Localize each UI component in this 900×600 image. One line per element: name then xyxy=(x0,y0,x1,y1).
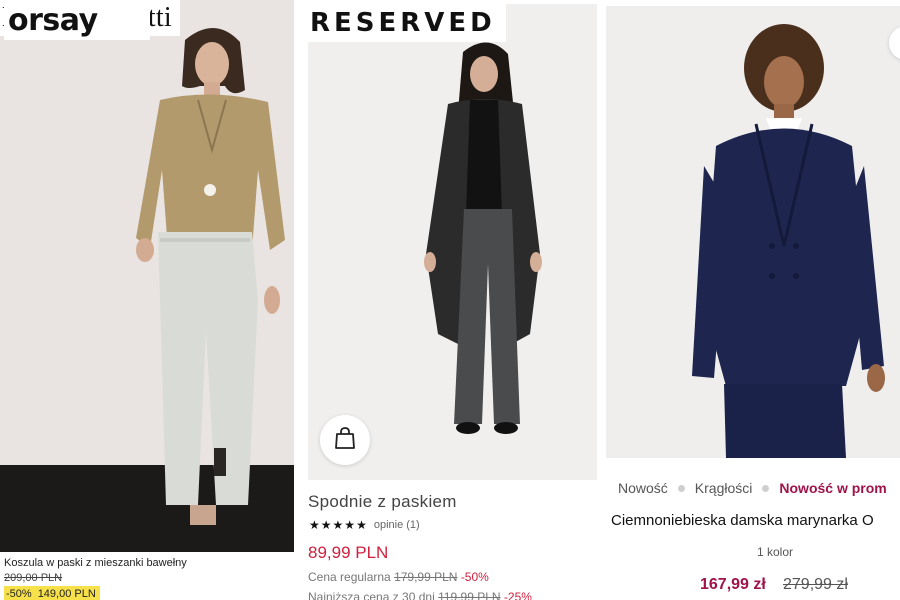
separator-dot xyxy=(762,484,770,492)
color-count[interactable]: 1 kolor xyxy=(757,545,793,559)
product-tags: Nowość Krągłości Nowość w prom xyxy=(618,480,887,496)
sale-price: 167,99 zł xyxy=(700,576,766,593)
product-image-trousers[interactable] xyxy=(308,4,597,480)
original-price: 209,00 PLN xyxy=(4,572,63,584)
regular-price: 179,99 PLN xyxy=(394,570,458,584)
regular-price-label: Cena regularna xyxy=(308,570,391,584)
separator-dot xyxy=(677,484,685,492)
rating-stars[interactable]: ★ ★ ★ ★ ★ opinie (1) xyxy=(309,518,420,532)
star-icon: ★ xyxy=(309,518,320,532)
shopping-bag-icon xyxy=(334,426,356,455)
brand-logo-orsay: orsay xyxy=(4,6,150,40)
star-icon: ★ xyxy=(332,518,344,532)
tag-curves: Krągłości xyxy=(694,480,753,496)
star-icon: ★ xyxy=(356,518,367,532)
sale-price-badge: -50% 149,00 PLN xyxy=(4,586,100,600)
product-card-massimo-dutti[interactable]: Massimo Dutti Koszula w paski z mieszank… xyxy=(0,0,300,600)
lowest-price-line: Najniższa cena z 30 dni 119,99 PLN -25% xyxy=(308,590,532,600)
product-title[interactable]: Spodnie z paskiem xyxy=(308,492,457,512)
product-title[interactable]: Ciemnoniebieska damska marynarka O xyxy=(611,512,874,529)
lowest-price-label: Najniższa cena z 30 dni xyxy=(308,590,435,600)
regular-discount: -50% xyxy=(460,570,489,584)
discount-percent: -50% xyxy=(6,588,32,600)
original-price: 279,99 zł xyxy=(783,576,848,593)
tag-new: Nowość xyxy=(618,480,668,496)
product-title[interactable]: Koszula w paski z mieszanki bawełny xyxy=(4,557,187,569)
product-image-shirt[interactable] xyxy=(0,0,294,552)
regular-price-line: Cena regularna 179,99 PLN -50% xyxy=(308,570,489,584)
sale-price: 89,99 PLN xyxy=(308,543,389,562)
review-count[interactable]: opinie (1) xyxy=(374,519,420,531)
lowest-price: 119,99 PLN xyxy=(438,590,501,600)
lowest-discount: -25% xyxy=(503,590,532,600)
sale-price: 149,00 PLN xyxy=(37,588,96,600)
add-to-bag-button[interactable] xyxy=(320,415,370,465)
star-icon: ★ xyxy=(344,518,356,532)
star-icon: ★ xyxy=(320,518,332,532)
tag-promo: Nowość w prom xyxy=(779,480,887,496)
product-image-blazer[interactable] xyxy=(606,6,900,458)
brand-logo-reserved: RESERVED xyxy=(308,4,506,42)
